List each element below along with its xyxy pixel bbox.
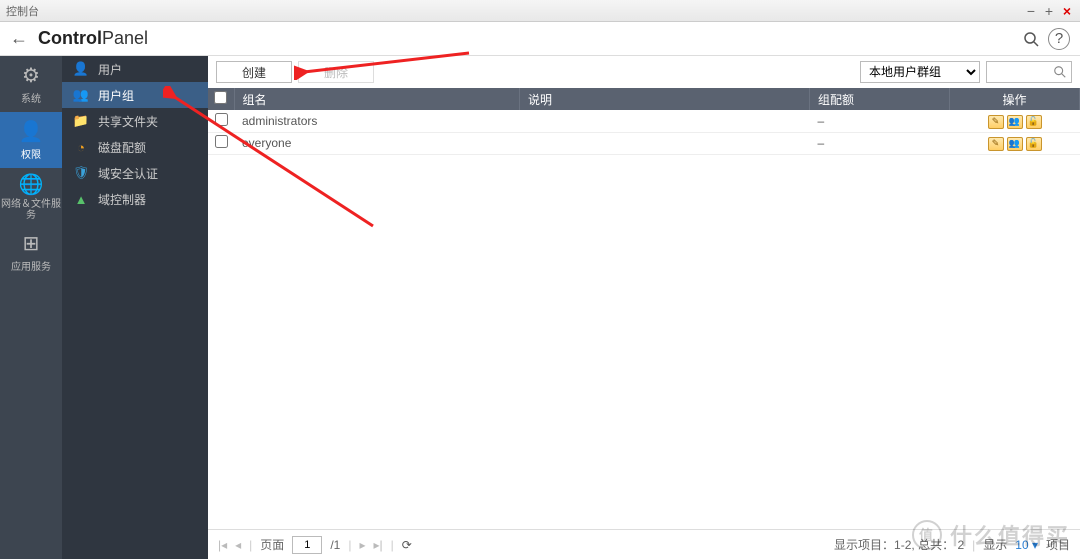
- iconbar-item-privilege[interactable]: 👤 权限: [0, 112, 62, 168]
- row-checkbox[interactable]: [215, 113, 228, 126]
- search-icon: [1053, 65, 1067, 79]
- page-input[interactable]: [292, 536, 322, 554]
- page-label: 页面: [260, 536, 284, 553]
- globe-icon: 🌐: [19, 172, 44, 197]
- sidebar-item-label: 用户组: [98, 87, 134, 104]
- cell-quota: –: [810, 110, 950, 132]
- sidebar-item-shared-folders[interactable]: 📁 共享文件夹: [62, 108, 208, 134]
- back-button[interactable]: ←: [10, 28, 28, 49]
- status-text: 显示项目：1-2, 总共： 2: [834, 536, 964, 553]
- last-page-button[interactable]: ▸|: [373, 538, 382, 552]
- sidebar-item-label: 域控制器: [98, 191, 146, 208]
- table-header-row: 组名 说明 组配额 操作: [208, 88, 1080, 110]
- sidebar-item-label: 域安全认证: [98, 165, 158, 182]
- edit-icon[interactable]: ✎: [988, 115, 1004, 129]
- item-label: 项目: [1046, 536, 1070, 553]
- row-checkbox[interactable]: [215, 135, 228, 148]
- col-desc[interactable]: 说明: [520, 88, 810, 110]
- cell-quota: –: [810, 132, 950, 154]
- page-size-select[interactable]: 10 ▾: [1015, 538, 1038, 552]
- iconbar: ⚙ 系统 👤 权限 🌐 网络＆文件服务 ⊞ 应用服务: [0, 56, 62, 559]
- user-icon: 👤: [19, 119, 44, 144]
- main-panel: 创建 删除 本地用户群组 组名 说明 组配额 操作: [208, 56, 1080, 559]
- sidebar-item-domain-security[interactable]: 🛡 域安全认证: [62, 160, 208, 186]
- cell-desc: [520, 132, 810, 154]
- col-name[interactable]: 组名: [234, 88, 520, 110]
- help-icon[interactable]: ?: [1048, 28, 1070, 50]
- iconbar-item-system[interactable]: ⚙ 系统: [0, 56, 62, 112]
- page-total: /1: [330, 538, 340, 552]
- row-actions: ✎ 👥 🔓: [988, 137, 1042, 151]
- row-actions: ✎ 👥 🔓: [988, 115, 1042, 129]
- group-table: 组名 说明 组配额 操作 administrators – ✎ 👥: [208, 88, 1080, 155]
- group-filter-select[interactable]: 本地用户群组: [860, 61, 980, 83]
- sidebar-item-quota[interactable]: ◔ 磁盘配额: [62, 134, 208, 160]
- iconbar-label: 系统: [21, 90, 41, 105]
- members-icon[interactable]: 👥: [1007, 137, 1023, 151]
- page-title: ControlPanel: [38, 28, 148, 49]
- table-row[interactable]: administrators – ✎ 👥 🔓: [208, 110, 1080, 132]
- close-button[interactable]: ×: [1060, 3, 1074, 19]
- select-all-checkbox[interactable]: [214, 91, 227, 104]
- shield-icon: 🛡: [72, 165, 90, 181]
- permission-icon[interactable]: 🔓: [1026, 115, 1042, 129]
- sidebar-item-label: 用户: [98, 61, 122, 78]
- window-title: 控制台: [6, 3, 39, 19]
- sidebar-item-domain-controller[interactable]: ▲ 域控制器: [62, 186, 208, 212]
- sidebar: 👤 用户 👥 用户组 📁 共享文件夹 ◔ 磁盘配额 🛡 域安全认证 ▲ 域控制器: [62, 56, 208, 559]
- sidebar-item-users[interactable]: 👤 用户: [62, 56, 208, 82]
- iconbar-label: 网络＆文件服务: [0, 199, 62, 221]
- iconbar-item-apps[interactable]: ⊞ 应用服务: [0, 224, 62, 280]
- search-icon[interactable]: [1020, 28, 1042, 50]
- server-icon: ▲: [72, 191, 90, 207]
- refresh-button[interactable]: ⟳: [402, 538, 412, 552]
- prev-page-button[interactable]: ◂: [235, 538, 241, 552]
- members-icon[interactable]: 👥: [1007, 115, 1023, 129]
- folder-icon: 📁: [72, 113, 90, 129]
- maximize-button[interactable]: +: [1042, 3, 1056, 19]
- permission-icon[interactable]: 🔓: [1026, 137, 1042, 151]
- toolbar: 创建 删除 本地用户群组: [208, 56, 1080, 88]
- minimize-button[interactable]: −: [1024, 3, 1038, 19]
- cell-desc: [520, 110, 810, 132]
- delete-button[interactable]: 删除: [298, 61, 374, 83]
- titlebar: 控制台 − + ×: [0, 0, 1080, 22]
- user-icon: 👤: [72, 61, 90, 77]
- show-label: 显示: [983, 536, 1007, 553]
- cell-name: administrators: [234, 110, 520, 132]
- table-row[interactable]: everyone – ✎ 👥 🔓: [208, 132, 1080, 154]
- sidebar-item-label: 磁盘配额: [98, 139, 146, 156]
- users-icon: 👥: [72, 87, 90, 103]
- iconbar-item-network[interactable]: 🌐 网络＆文件服务: [0, 168, 62, 224]
- pager: |◂ ◂ | 页面 /1 | ▸ ▸| | ⟳ 显示项目：1-2, 总共： 2 …: [208, 529, 1080, 559]
- col-op[interactable]: 操作: [950, 88, 1080, 110]
- next-page-button[interactable]: ▸: [359, 538, 365, 552]
- header: ← ControlPanel ?: [0, 22, 1080, 56]
- gear-icon: ⚙: [22, 63, 40, 88]
- iconbar-label: 权限: [21, 146, 41, 161]
- create-button[interactable]: 创建: [216, 61, 292, 83]
- sidebar-item-usergroups[interactable]: 👥 用户组: [62, 82, 208, 108]
- col-quota[interactable]: 组配额: [810, 88, 950, 110]
- quota-icon: ◔: [72, 139, 90, 155]
- sidebar-item-label: 共享文件夹: [98, 113, 158, 130]
- search-input[interactable]: [986, 61, 1072, 83]
- cell-name: everyone: [234, 132, 520, 154]
- first-page-button[interactable]: |◂: [218, 538, 227, 552]
- apps-icon: ⊞: [23, 231, 40, 256]
- edit-icon[interactable]: ✎: [988, 137, 1004, 151]
- iconbar-label: 应用服务: [11, 258, 51, 273]
